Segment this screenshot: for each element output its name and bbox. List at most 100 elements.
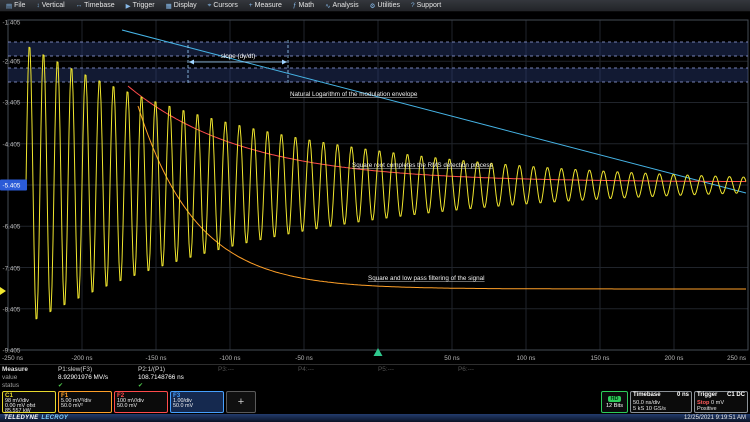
- timebase-rate: 10 GS/s: [646, 406, 666, 412]
- waveform-display: Natural Logarithm of the modulation enve…: [0, 12, 750, 364]
- trigger-descriptor[interactable]: Trigger C1 DC Stop 0 mV Positive: [694, 391, 748, 413]
- x-axis-label: 50 ns: [444, 355, 459, 362]
- y-axis-label: -6.405: [3, 224, 21, 231]
- add-trace-button[interactable]: +: [226, 391, 256, 413]
- measure-gate-band[interactable]: [8, 68, 748, 82]
- menu-item-file[interactable]: ▤File: [6, 2, 25, 10]
- menu-item-label: Support: [417, 2, 442, 9]
- measure-status-p1: ✔: [58, 382, 138, 389]
- measure-header-p3[interactable]: P3:---: [218, 366, 298, 373]
- slope-arrowhead-left-icon: [189, 60, 194, 65]
- menu-item-measure[interactable]: +Measure: [249, 2, 282, 9]
- menu-item-support[interactable]: ?Support: [411, 2, 441, 9]
- menu-item-utilities[interactable]: ⚙Utilities: [370, 2, 400, 10]
- measure-header-p4[interactable]: P4:---: [298, 366, 378, 373]
- menu-bar: ▤File ↕Vertical ↔Timebase ▶Trigger ▦Display ⌖…: [0, 0, 750, 12]
- file-icon: ▤: [6, 2, 12, 10]
- x-axis-label: -100 ns: [219, 355, 240, 362]
- measure-table-title: Measure: [2, 366, 58, 373]
- clock: 12/25/2021 9:19:51 AM: [684, 415, 746, 421]
- menu-item-analysis[interactable]: ∿Analysis: [325, 2, 359, 10]
- menu-item-timebase[interactable]: ↔Timebase: [76, 2, 115, 9]
- math-icon: ƒ: [293, 2, 297, 9]
- x-axis-label: 250 ns: [727, 355, 746, 362]
- measure-icon: +: [249, 2, 253, 9]
- utilities-icon: ⚙: [370, 2, 376, 10]
- descriptor-f2[interactable]: F2100 mV/div50.0 mV: [114, 391, 168, 413]
- trigger-level: 0 mV: [711, 400, 724, 406]
- brand-lecroy: LECROY: [41, 415, 68, 421]
- x-axis-label: 100 ns: [517, 355, 536, 362]
- menu-item-math[interactable]: ƒMath: [293, 2, 314, 9]
- menu-item-label: Display: [174, 2, 197, 9]
- measure-header-p5[interactable]: P5:---: [378, 366, 458, 373]
- trigger-title: Trigger: [697, 392, 717, 400]
- measure-value-p1: 8.92901976 MV/s: [58, 374, 138, 381]
- descriptor-f1[interactable]: F15.00 mV²/div50.0 mV²: [58, 391, 112, 413]
- measure-header-p1[interactable]: P1:slew(F3): [58, 366, 138, 373]
- y-axis-label: -8.405: [3, 307, 21, 314]
- menu-item-label: Utilities: [377, 2, 400, 9]
- cursors-icon: ⌖: [208, 2, 212, 10]
- descriptor-c1[interactable]: C198 mV/div0.00 mV ofst85.557 kW: [2, 391, 56, 413]
- menu-item-label: Math: [299, 2, 315, 9]
- trigger-state: Stop: [697, 400, 709, 406]
- annotation-slope: slope (dy/dt): [221, 53, 256, 60]
- vertical-icon: ↕: [36, 2, 39, 9]
- descriptor-line: 50.0 mV: [171, 404, 223, 409]
- trace-level-readout: -5.405: [3, 183, 21, 190]
- x-axis-label: 150 ns: [591, 355, 610, 362]
- menu-item-label: Cursors: [213, 2, 238, 9]
- measure-row-label-status: status: [2, 382, 58, 389]
- menu-item-vertical[interactable]: ↕Vertical: [36, 2, 64, 9]
- brand-teledyne: TELEDYNE: [4, 415, 38, 421]
- support-icon: ?: [411, 2, 415, 9]
- trigger-slope: Positive: [697, 406, 745, 413]
- x-axis-label: -50 ns: [295, 355, 313, 362]
- descriptor-f3[interactable]: F31.00/div50.0 mV: [170, 391, 224, 413]
- menu-item-label: Vertical: [42, 2, 65, 9]
- c1-offset-marker[interactable]: [0, 287, 6, 295]
- teledyne-lecroy-logo: TELEDYNE LECROY: [4, 415, 68, 421]
- menu-item-label: Analysis: [333, 2, 359, 9]
- annotation-natural-log: Natural Logarithm of the modulation enve…: [290, 91, 418, 98]
- status-bar: TELEDYNE LECROY 12/25/2021 9:19:51 AM: [0, 414, 750, 422]
- y-axis-label: -3.405: [3, 100, 21, 107]
- menu-item-cursors[interactable]: ⌖Cursors: [208, 2, 238, 10]
- annotation-lowpass: Square and low pass filtering of the sig…: [368, 275, 485, 282]
- timebase-samples: 5 kS: [633, 406, 644, 412]
- timebase-icon: ↔: [76, 2, 83, 9]
- hd-indicator[interactable]: HD 12 Bits: [601, 391, 628, 413]
- timebase-descriptor[interactable]: Timebase 0 ns 50.0 ns/div 5 kS 10 GS/s: [630, 391, 692, 413]
- y-axis-label: -4.405: [3, 142, 21, 149]
- y-axis-label: -9.405: [3, 348, 21, 355]
- menu-item-label: Timebase: [84, 2, 114, 9]
- menu-item-display[interactable]: ▦Display: [166, 2, 197, 10]
- menu-item-label: Measure: [255, 2, 282, 9]
- descriptor-row: C198 mV/div0.00 mV ofst85.557 kWF15.00 m…: [0, 390, 750, 414]
- hd-badge: HD: [608, 396, 622, 402]
- timebase-title: Timebase: [633, 392, 661, 400]
- menu-item-label: File: [14, 2, 25, 9]
- measure-row-label-value: value: [2, 374, 58, 381]
- trigger-position-marker[interactable]: [374, 348, 383, 356]
- measure-gate-band[interactable]: [8, 42, 748, 56]
- measure-header-p2[interactable]: P2:1/(P1): [138, 366, 218, 373]
- trigger-icon: ▶: [126, 2, 131, 10]
- x-axis-label: -250 ns: [2, 355, 23, 362]
- slope-arrowhead-right-icon: [282, 60, 287, 65]
- display-icon: ▦: [166, 2, 172, 10]
- menu-item-label: Trigger: [133, 2, 155, 9]
- timebase-delay: 0 ns: [677, 392, 689, 400]
- x-axis-label: -200 ns: [71, 355, 92, 362]
- measure-panel: MeasureP1:slew(F3)P2:1/(P1)P3:---P4:---P…: [0, 364, 750, 390]
- measure-value-p2: 108.7148766 ns: [138, 374, 218, 381]
- descriptor-line: 50.0 mV²: [59, 404, 111, 409]
- hd-bits-label: 12 Bits: [606, 403, 623, 409]
- menu-item-trigger[interactable]: ▶Trigger: [126, 2, 155, 10]
- analysis-icon: ∿: [325, 2, 330, 10]
- x-axis-label: 200 ns: [665, 355, 684, 362]
- y-axis-label: -1.405: [3, 20, 21, 27]
- measure-header-p6[interactable]: P6:---: [458, 366, 538, 373]
- plot-svg: Natural Logarithm of the modulation enve…: [0, 12, 750, 364]
